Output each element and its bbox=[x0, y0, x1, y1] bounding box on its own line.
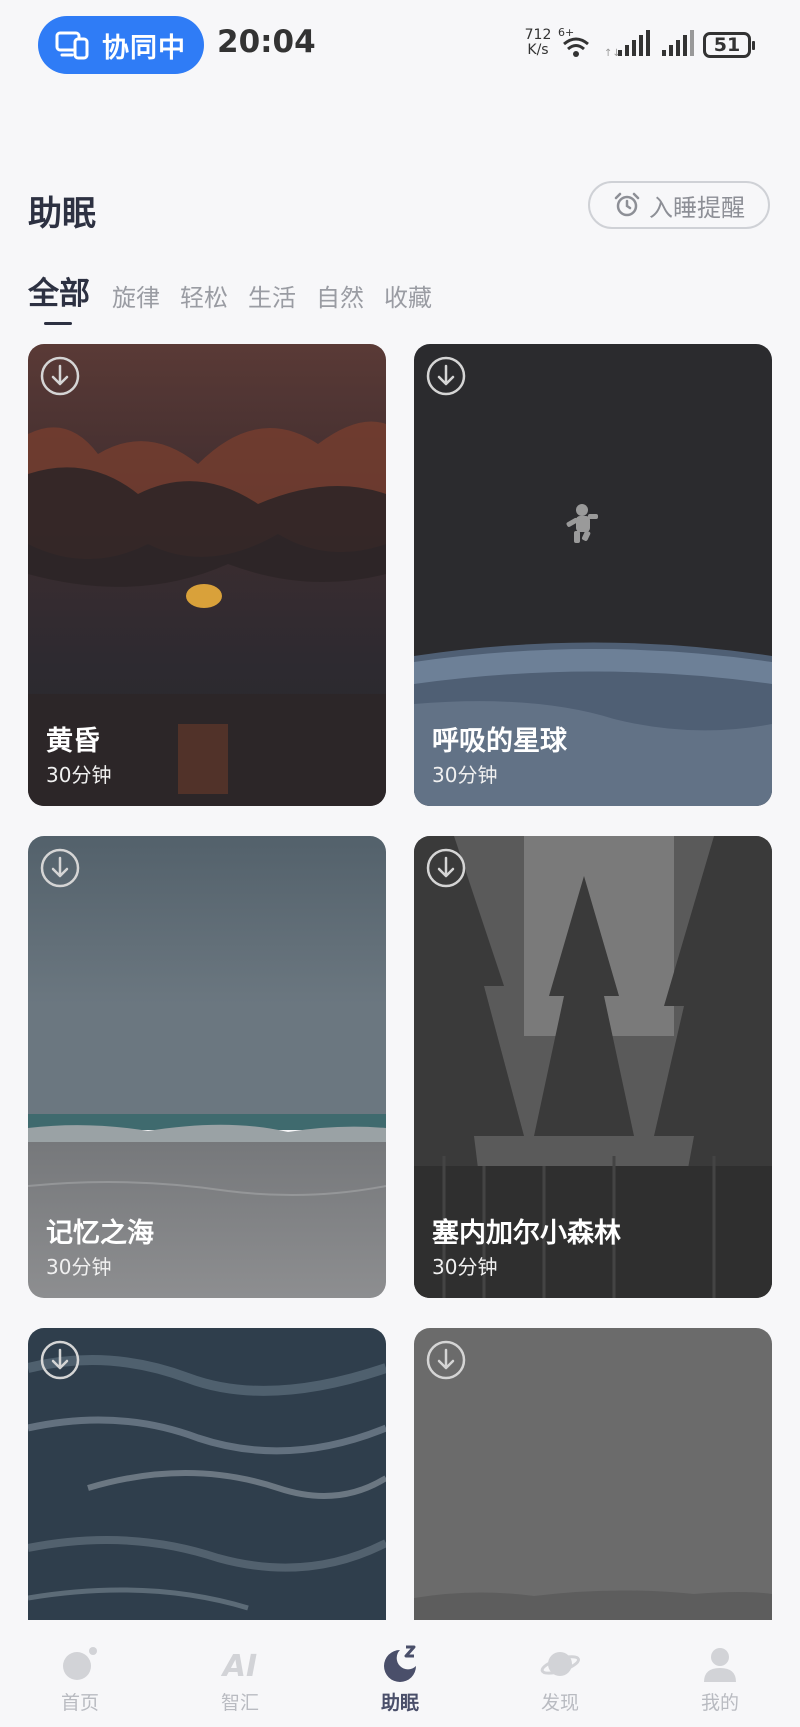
download-icon[interactable] bbox=[426, 356, 466, 396]
sound-card-grid: 黄昏 30分钟 呼吸的星球 30分钟 记忆之海 30分钟 塞内加尔小森林 30分… bbox=[28, 344, 772, 1620]
multi-device-icon bbox=[55, 31, 89, 60]
sleep-reminder-label: 入睡提醒 bbox=[649, 193, 745, 222]
nav-item-sleep[interactable]: 助眠 bbox=[320, 1620, 480, 1727]
card-duration: 30分钟 bbox=[432, 1255, 498, 1279]
bottom-navigation: 首页 AI 智汇 助眠 发现 我的 bbox=[0, 1620, 800, 1727]
nav-label: 智汇 bbox=[220, 1692, 259, 1714]
card-title: 记忆之海 bbox=[46, 1218, 154, 1249]
card-title: 塞内加尔小森林 bbox=[432, 1218, 621, 1249]
sound-card-sea-of-memory[interactable]: 记忆之海 30分钟 bbox=[28, 836, 386, 1298]
card-title: 呼吸的星球 bbox=[432, 726, 567, 757]
tab-favorites[interactable]: 收藏 bbox=[384, 278, 432, 313]
ai-icon: AI bbox=[221, 1649, 257, 1684]
tab-nature[interactable]: 自然 bbox=[316, 278, 364, 313]
nav-label: 我的 bbox=[700, 1692, 739, 1714]
download-icon[interactable] bbox=[40, 848, 80, 888]
battery-indicator: 51 bbox=[703, 32, 755, 58]
download-icon[interactable] bbox=[426, 848, 466, 888]
sound-card-ocean[interactable] bbox=[28, 1328, 386, 1620]
tab-all[interactable]: 全部 bbox=[28, 268, 90, 325]
signal-icon-sim1: ↑↓ bbox=[604, 30, 650, 58]
planet-icon bbox=[540, 1652, 580, 1676]
tab-life[interactable]: 生活 bbox=[248, 278, 296, 313]
sleep-icon bbox=[384, 1645, 416, 1682]
ocean-scene-image bbox=[28, 1328, 386, 1620]
card-duration: 30分钟 bbox=[46, 1255, 112, 1279]
nav-label: 发现 bbox=[540, 1692, 579, 1714]
home-icon bbox=[63, 1647, 97, 1680]
sound-card-dusk[interactable]: 黄昏 30分钟 bbox=[28, 344, 386, 806]
card-duration: 30分钟 bbox=[432, 763, 498, 787]
nav-item-home[interactable]: 首页 bbox=[0, 1620, 160, 1727]
tab-relax[interactable]: 轻松 bbox=[180, 278, 228, 313]
network-speed-value: 712 bbox=[524, 27, 552, 43]
category-tabs: 全部 旋律 轻松 生活 自然 收藏 bbox=[28, 268, 452, 325]
tab-melody[interactable]: 旋律 bbox=[112, 278, 160, 313]
nav-item-profile[interactable]: 我的 bbox=[640, 1620, 800, 1727]
network-speed-unit: K/s bbox=[527, 42, 549, 58]
collaboration-pill[interactable]: 协同中 bbox=[38, 16, 204, 74]
nav-label: 助眠 bbox=[380, 1692, 419, 1714]
download-icon[interactable] bbox=[40, 356, 80, 396]
status-time: 20:04 bbox=[217, 24, 316, 60]
card-title: 黄昏 bbox=[46, 726, 100, 757]
download-icon[interactable] bbox=[426, 1340, 466, 1380]
card-duration: 30分钟 bbox=[46, 763, 112, 787]
network-speed: 712 K/s bbox=[522, 28, 554, 58]
sleep-reminder-button[interactable]: 入睡提醒 bbox=[588, 181, 770, 229]
page-title: 助眠 bbox=[28, 194, 96, 234]
status-bar: 协同中 20:04 712 K/s 6+ ↑↓ 51 bbox=[0, 0, 800, 92]
download-icon[interactable] bbox=[40, 1340, 80, 1380]
nav-label: 首页 bbox=[60, 1692, 99, 1714]
collaboration-label: 协同中 bbox=[102, 32, 186, 64]
nav-item-ai[interactable]: AI 智汇 bbox=[160, 1620, 320, 1727]
sound-card-breathing-planet[interactable]: 呼吸的星球 30分钟 bbox=[414, 344, 772, 806]
nav-item-discover[interactable]: 发现 bbox=[480, 1620, 640, 1727]
wifi-icon bbox=[563, 37, 589, 57]
signal-icon-sim2 bbox=[662, 30, 694, 56]
grey-scene-image bbox=[414, 1328, 772, 1620]
svg-text:AI: AI bbox=[221, 1649, 257, 1684]
profile-icon bbox=[704, 1648, 736, 1682]
sound-card-senegal-forest[interactable]: 塞内加尔小森林 30分钟 bbox=[414, 836, 772, 1298]
sound-card-grey[interactable] bbox=[414, 1328, 772, 1620]
alarm-clock-icon bbox=[614, 192, 640, 217]
